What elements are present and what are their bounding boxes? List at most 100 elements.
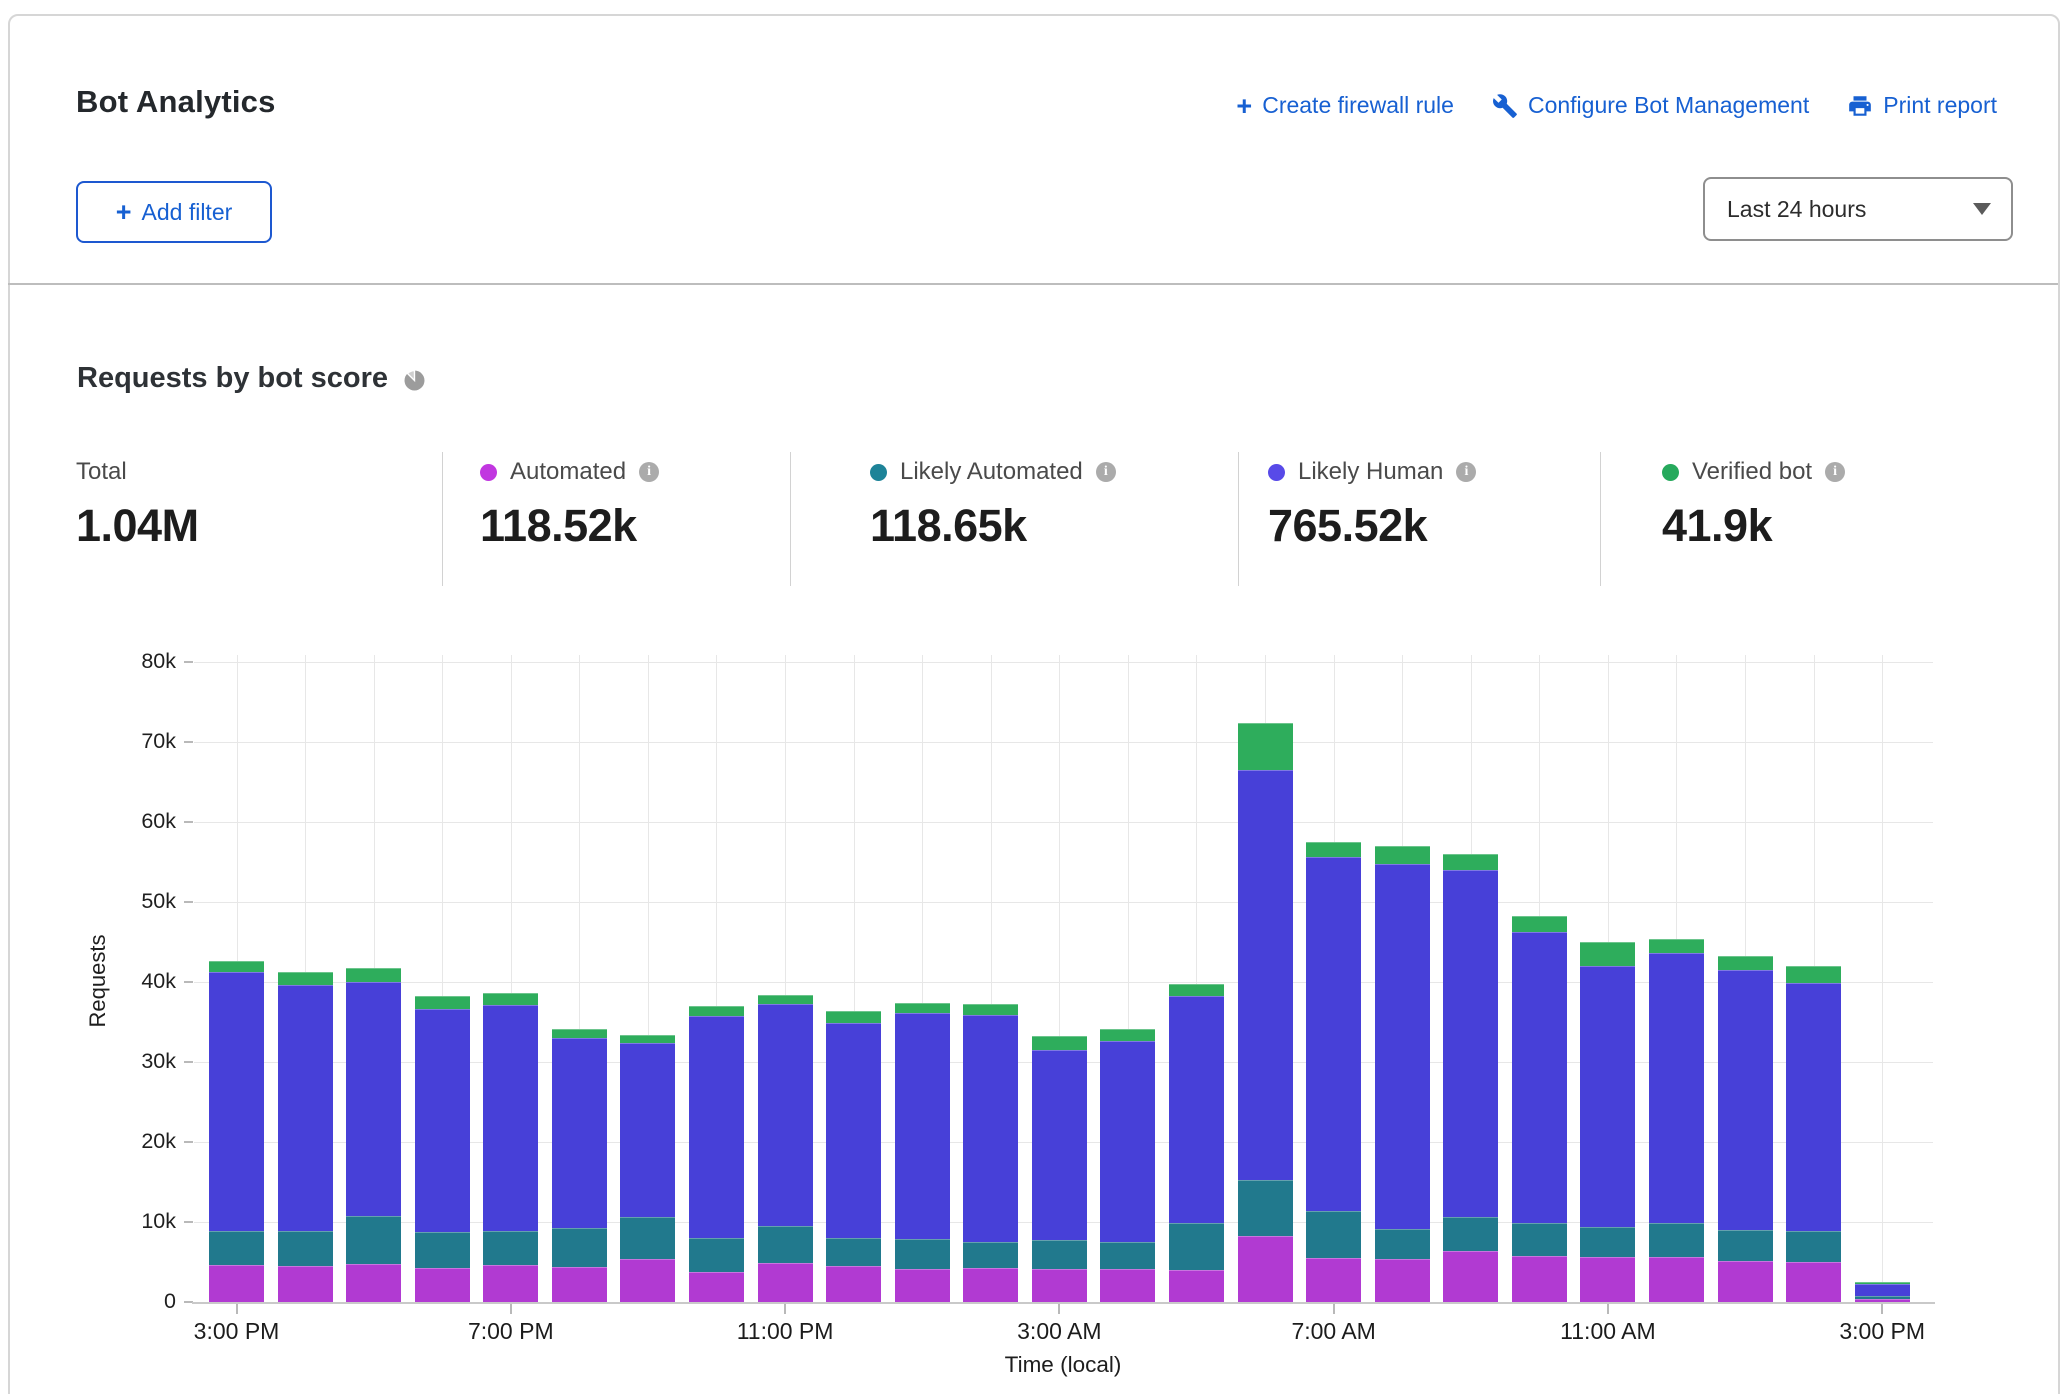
bar-segment-automated[interactable] [1032,1269,1087,1302]
bar-segment-verified-bot[interactable] [346,968,401,982]
time-range-dropdown[interactable]: Last 24 hours [1703,177,2013,241]
bar-segment-automated[interactable] [1718,1261,1773,1302]
bar-segment-automated[interactable] [1375,1259,1430,1302]
bar-5-00-am[interactable] [1169,984,1224,1302]
bar-segment-likely-automated[interactable] [826,1238,881,1266]
bar-2-00-pm[interactable] [1786,966,1841,1302]
info-icon[interactable]: i [1456,462,1476,482]
bar-segment-automated[interactable] [415,1268,470,1302]
bar-10-00-am[interactable] [1512,916,1567,1302]
bar-segment-likely-human[interactable] [1032,1050,1087,1240]
bar-segment-likely-human[interactable] [415,1009,470,1232]
bar-7-00-pm[interactable] [483,993,538,1302]
bar-segment-likely-automated[interactable] [1306,1211,1361,1258]
bar-segment-verified-bot[interactable] [209,961,264,972]
bar-segment-verified-bot[interactable] [1032,1036,1087,1050]
bar-segment-verified-bot[interactable] [1238,723,1293,770]
bar-segment-likely-human[interactable] [1169,996,1224,1223]
bar-segment-likely-automated[interactable] [1238,1180,1293,1236]
bar-4-00-pm[interactable] [278,972,333,1302]
bar-segment-likely-human[interactable] [620,1043,675,1217]
bar-segment-likely-human[interactable] [963,1015,1018,1242]
bar-segment-automated[interactable] [346,1264,401,1302]
bar-segment-likely-automated[interactable] [209,1231,264,1265]
bar-9-00-am[interactable] [1443,854,1498,1302]
bar-segment-likely-automated[interactable] [963,1242,1018,1268]
bar-6-00-pm[interactable] [415,996,470,1302]
bar-segment-likely-human[interactable] [1649,953,1704,1223]
bar-segment-likely-automated[interactable] [483,1231,538,1265]
bar-segment-likely-human[interactable] [689,1016,744,1238]
bar-segment-automated[interactable] [963,1268,1018,1302]
bar-segment-automated[interactable] [1786,1262,1841,1302]
bar-segment-automated[interactable] [209,1265,264,1302]
bar-segment-automated[interactable] [895,1269,950,1302]
bar-segment-automated[interactable] [1169,1270,1224,1302]
bar-segment-likely-human[interactable] [895,1013,950,1239]
bar-segment-likely-automated[interactable] [1100,1242,1155,1269]
bar-8-00-pm[interactable] [552,1029,607,1302]
bar-11-00-am[interactable] [1580,942,1635,1302]
bar-segment-verified-bot[interactable] [415,996,470,1009]
bar-segment-verified-bot[interactable] [963,1004,1018,1015]
bar-segment-verified-bot[interactable] [1786,966,1841,983]
bar-segment-verified-bot[interactable] [895,1003,950,1013]
bar-segment-automated[interactable] [1443,1251,1498,1302]
bar-segment-likely-automated[interactable] [278,1231,333,1266]
bar-10-00-pm[interactable] [689,1006,744,1302]
bar-segment-likely-automated[interactable] [620,1217,675,1259]
bar-6-00-am[interactable] [1238,723,1293,1302]
info-icon[interactable]: i [1096,462,1116,482]
bar-3-00-am[interactable] [1032,1036,1087,1302]
print-report-link[interactable]: Print report [1847,92,1997,119]
bar-segment-likely-human[interactable] [826,1023,881,1238]
bar-12-00-am[interactable] [826,1011,881,1302]
bar-segment-automated[interactable] [1649,1257,1704,1302]
bar-segment-verified-bot[interactable] [1580,942,1635,966]
bar-segment-verified-bot[interactable] [1512,916,1567,932]
bar-segment-likely-automated[interactable] [1649,1223,1704,1257]
bar-segment-likely-automated[interactable] [689,1238,744,1272]
bar-1-00-pm[interactable] [1718,956,1773,1302]
bar-segment-verified-bot[interactable] [1375,846,1430,864]
bar-segment-verified-bot[interactable] [826,1011,881,1023]
bar-segment-likely-human[interactable] [278,985,333,1231]
bar-segment-automated[interactable] [1512,1256,1567,1302]
bar-3-00-pm[interactable] [209,961,264,1302]
bar-segment-verified-bot[interactable] [1649,939,1704,953]
bar-segment-likely-automated[interactable] [346,1216,401,1264]
bar-segment-likely-automated[interactable] [415,1232,470,1268]
bar-segment-likely-human[interactable] [1718,970,1773,1230]
bar-segment-automated[interactable] [1238,1236,1293,1302]
bar-segment-likely-automated[interactable] [1786,1231,1841,1262]
info-icon[interactable]: i [1825,462,1845,482]
bar-segment-likely-human[interactable] [758,1004,813,1226]
bar-segment-likely-automated[interactable] [758,1226,813,1263]
add-filter-button[interactable]: + Add filter [76,181,272,243]
bar-2-00-am[interactable] [963,1004,1018,1302]
bar-12-00-pm[interactable] [1649,939,1704,1302]
bar-segment-likely-human[interactable] [346,982,401,1216]
bar-segment-likely-human[interactable] [483,1005,538,1231]
bar-segment-likely-human[interactable] [1786,983,1841,1231]
bar-segment-likely-automated[interactable] [1580,1227,1635,1257]
bar-segment-automated[interactable] [689,1272,744,1302]
bar-8-00-am[interactable] [1375,846,1430,1302]
bar-segment-verified-bot[interactable] [483,993,538,1005]
bar-segment-automated[interactable] [1100,1269,1155,1302]
bar-segment-likely-human[interactable] [1238,770,1293,1180]
bar-4-00-am[interactable] [1100,1029,1155,1302]
bar-segment-automated[interactable] [1306,1258,1361,1302]
bar-9-00-pm[interactable] [620,1035,675,1302]
bar-segment-likely-automated[interactable] [1032,1240,1087,1269]
bar-segment-verified-bot[interactable] [689,1006,744,1016]
bar-segment-verified-bot[interactable] [758,995,813,1004]
create-firewall-rule-link[interactable]: + Create firewall rule [1236,92,1454,119]
bar-segment-verified-bot[interactable] [278,972,333,985]
bar-segment-likely-human[interactable] [1580,966,1635,1227]
bar-segment-verified-bot[interactable] [1718,956,1773,970]
bar-segment-likely-human[interactable] [1443,870,1498,1217]
bar-11-00-pm[interactable] [758,995,813,1302]
bar-segment-likely-human[interactable] [209,972,264,1231]
bar-segment-verified-bot[interactable] [1169,984,1224,996]
